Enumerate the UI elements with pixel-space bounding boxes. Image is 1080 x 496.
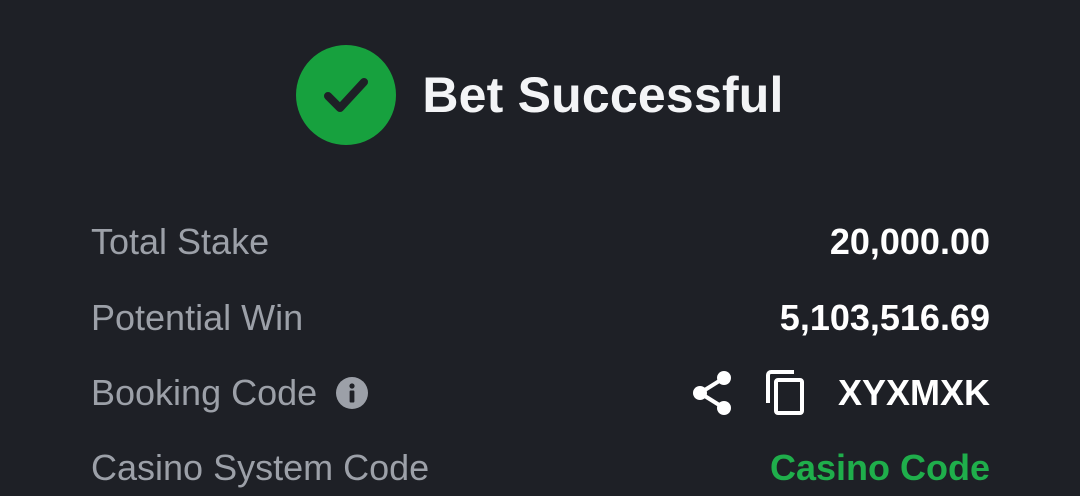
casino-code-label: Casino System Code [91,447,430,488]
booking-code-row: Booking Code XYXMXK [91,365,990,421]
check-circle-icon [296,45,397,145]
info-icon[interactable] [335,376,369,410]
casino-code-link[interactable]: Casino Code [770,447,990,489]
total-stake-label: Total Stake [91,221,270,262]
total-stake-value: 20,000.00 [829,221,990,262]
booking-code-label: Booking Code [91,372,318,413]
total-stake-row: Total Stake 20,000.00 [91,214,990,270]
booking-code-value[interactable]: XYXMXK [838,372,990,414]
copy-icon[interactable] [764,369,808,417]
bet-success-header: Bet Successful [0,44,1080,146]
share-icon[interactable] [690,369,734,417]
booking-code-label-group: Booking Code [91,372,369,414]
potential-win-row: Potential Win 5,103,516.69 [91,290,990,346]
potential-win-label: Potential Win [91,297,304,338]
casino-code-row: Casino System Code Casino Code [91,440,990,496]
potential-win-value: 5,103,516.69 [779,297,990,338]
page-title: Bet Successful [422,67,784,123]
booking-code-value-group: XYXMXK [690,369,990,417]
